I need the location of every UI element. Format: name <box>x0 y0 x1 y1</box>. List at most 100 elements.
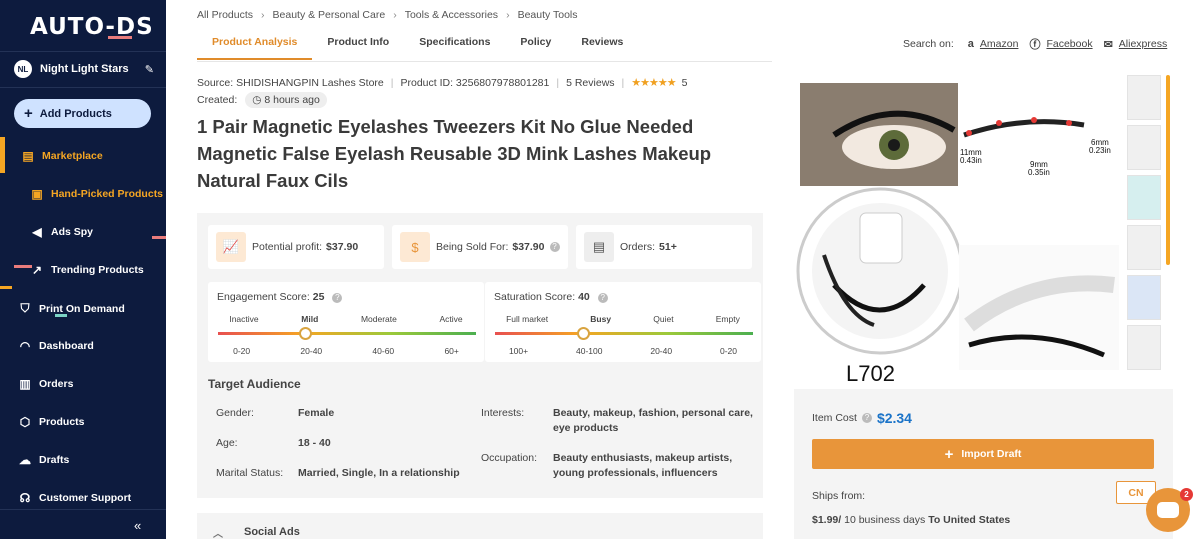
cube-icon: ⬡ <box>19 415 31 429</box>
facebook-link[interactable]: Facebook <box>1046 38 1092 50</box>
product-source: Source: SHIDISHANGPIN Lashes Store <box>197 76 384 89</box>
aliexpress-link[interactable]: Aliexpress <box>1119 38 1167 50</box>
level-label: Inactive <box>229 314 259 324</box>
collapse-sidebar-icon[interactable]: « <box>134 518 141 533</box>
created-label: Created: <box>197 94 238 106</box>
chat-unread-badge: 2 <box>1180 488 1193 501</box>
social-ads-section[interactable]: ︿ Social Ads <box>197 513 763 539</box>
sidebar-item-label: Ads Spy <box>51 226 94 238</box>
range-label: 60+ <box>444 346 459 356</box>
created-value: 8 hours ago <box>264 94 320 106</box>
saturation-score-card: Saturation Score: 40 ? Full market Busy … <box>485 282 761 362</box>
meta-divider: | <box>390 76 394 89</box>
thumbnail[interactable] <box>1127 325 1161 370</box>
reviews-count[interactable]: 5 Reviews <box>566 77 614 89</box>
thumbnail-scrollbar[interactable] <box>1166 75 1170 265</box>
range-label: 20-40 <box>650 346 673 356</box>
sidebar-item-label: Dashboard <box>39 340 94 352</box>
created-row: Created: ◷ 8 hours ago <box>197 92 327 108</box>
tab-product-analysis[interactable]: Product Analysis <box>197 36 313 60</box>
engagement-label: Engagement Score: <box>217 291 310 303</box>
level-label: Full market <box>506 314 549 324</box>
tab-specifications[interactable]: Specifications <box>404 36 505 60</box>
thumbnail[interactable] <box>1127 175 1161 220</box>
app-logo[interactable]: AUTO-DS <box>30 14 154 40</box>
saturation-gradient-bar <box>495 332 753 335</box>
sidebar-item-trending[interactable]: ↗ Trending Products <box>29 263 144 277</box>
store-icon: ▤ <box>22 149 34 163</box>
product-image: 11mm 0.43in 9mm 0.35in 6mm 0.23in L702 <box>796 83 1119 386</box>
product-gallery[interactable]: 11mm 0.43in 9mm 0.35in 6mm 0.23in L702 <box>794 75 1164 386</box>
range-label: 40-100 <box>575 346 603 356</box>
tab-reviews[interactable]: Reviews <box>566 36 638 60</box>
ships-from-label: Ships from: <box>812 490 866 502</box>
amazon-link[interactable]: Amazon <box>980 38 1019 50</box>
clock-icon: ◷ <box>252 94 262 106</box>
sidebar-item-drafts[interactable]: ☁ Drafts <box>17 453 69 467</box>
help-icon[interactable]: ? <box>332 293 343 303</box>
occupation-value: Beauty enthusiasts, makeup artists, youn… <box>553 452 733 479</box>
gauge-icon: ◠ <box>19 339 31 353</box>
engagement-header: Engagement Score: 25 ? <box>217 291 343 303</box>
chart-line-icon: 📈 <box>216 232 246 262</box>
sidebar-divider <box>0 87 166 88</box>
breadcrumb-item[interactable]: All Products <box>197 9 253 21</box>
meta-divider: | <box>621 76 625 89</box>
facebook-icon: ⓕ <box>1029 39 1041 51</box>
help-icon[interactable]: ? <box>597 293 608 303</box>
breadcrumb-item[interactable]: Beauty Tools <box>518 9 578 21</box>
orders-label: Orders: <box>620 241 656 253</box>
decor-dash <box>0 286 12 289</box>
star-rating-icon: ★★★★★ <box>631 77 676 89</box>
sidebar-item-products[interactable]: ⬡ Products <box>17 415 85 429</box>
shipping-time: 10 business days <box>844 514 926 526</box>
sidebar-item-print-on-demand[interactable]: ⛉ Print On Demand <box>17 301 124 316</box>
user-profile[interactable]: NL Night Light Stars ✎ <box>14 60 154 78</box>
thumbnail[interactable] <box>1127 125 1161 170</box>
sidebar-divider <box>0 51 166 52</box>
product-title: 1 Pair Magnetic Eyelashes Tweezers Kit N… <box>197 116 712 191</box>
breadcrumb-item[interactable]: Beauty & Personal Care <box>273 9 386 21</box>
range-label: 0-20 <box>719 346 737 356</box>
tab-product-info[interactable]: Product Info <box>312 36 404 60</box>
level-label: Moderate <box>360 314 397 324</box>
tab-policy[interactable]: Policy <box>505 36 566 60</box>
breadcrumb-item[interactable]: Tools & Accessories <box>405 9 498 21</box>
chevron-right-icon: › <box>506 9 510 21</box>
chevron-up-icon[interactable]: ︿ <box>213 525 223 539</box>
sidebar-item-dashboard[interactable]: ◠ Dashboard <box>17 339 94 353</box>
decor-dash <box>152 236 166 239</box>
help-icon[interactable]: ? <box>861 413 872 423</box>
thumbnail[interactable] <box>1127 225 1161 270</box>
orders-value: 51+ <box>659 241 677 253</box>
size-label: 0.35in <box>1028 168 1050 177</box>
potential-profit-card: 📈 Potential profit: $37.90 <box>208 225 384 269</box>
sidebar-item-customer-support[interactable]: ☊ Customer Support <box>17 491 132 505</box>
being-sold-card: $ Being Sold For: $37.90 ? <box>392 225 568 269</box>
saturation-ranges: 100+ 40-100 20-40 0-20 <box>485 346 761 356</box>
level-label: Active <box>439 314 463 324</box>
thumbnail[interactable] <box>1127 75 1161 120</box>
chevron-right-icon: › <box>261 9 265 21</box>
item-cost-row: Item Cost ? $2.34 <box>812 410 912 426</box>
orders-icon: ▥ <box>19 377 31 391</box>
edit-icon[interactable]: ✎ <box>145 63 154 76</box>
add-products-button[interactable]: + Add Products <box>14 99 151 128</box>
rating-value: 5 <box>681 76 688 89</box>
saturation-label: Saturation Score: <box>494 291 576 303</box>
search-on-label: Search on: <box>903 38 954 50</box>
item-cost-value: $2.34 <box>876 410 912 426</box>
sidebar-item-orders[interactable]: ▥ Orders <box>17 377 73 391</box>
analysis-panel: 📈 Potential profit: $37.90 $ Being Sold … <box>197 213 763 498</box>
size-label: 0.23in <box>1089 146 1111 155</box>
sidebar-item-hand-picked[interactable]: ▣ Hand-Picked Products <box>29 187 163 201</box>
import-draft-button[interactable]: + Import Draft <box>812 439 1154 469</box>
interests-label: Interests: <box>481 407 525 419</box>
sidebar-item-marketplace[interactable]: ▤ Marketplace <box>20 149 102 163</box>
gender-value: Female <box>298 407 335 419</box>
product-id: Product ID: 3256807978801281 <box>400 76 550 89</box>
sidebar-item-ads-spy[interactable]: ◀ Ads Spy <box>29 225 93 239</box>
model-code: L702 <box>846 361 895 385</box>
thumbnail[interactable] <box>1127 275 1161 320</box>
help-icon[interactable]: ? <box>549 242 560 252</box>
